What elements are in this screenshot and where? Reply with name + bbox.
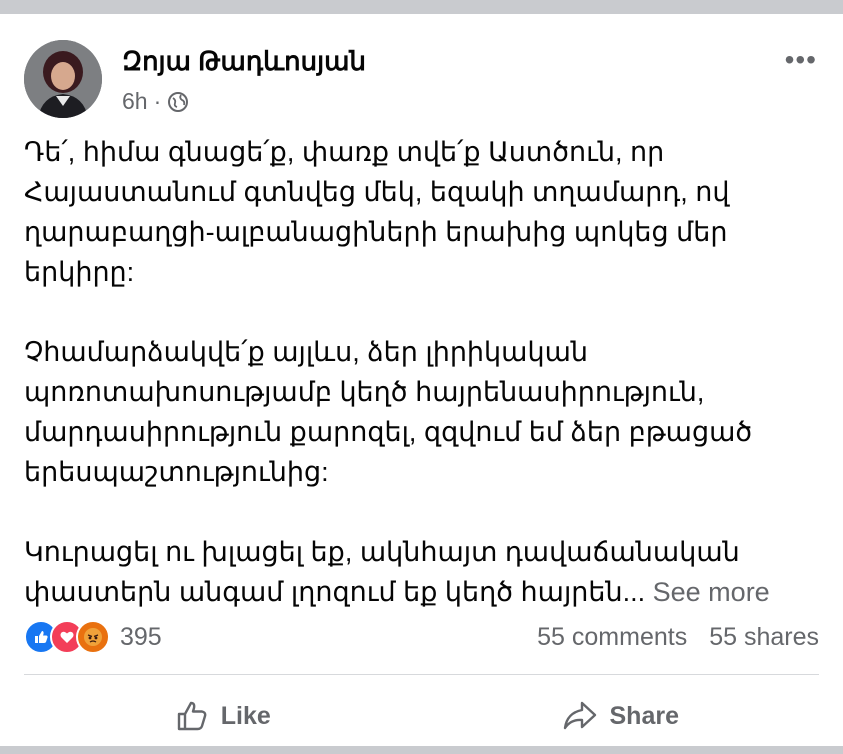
bottom-background-strip: [0, 746, 843, 754]
thumbs-up-icon: [177, 701, 207, 731]
author-name[interactable]: Զոյա Թադևոսյան: [122, 46, 366, 77]
meta-separator: ·: [153, 88, 162, 114]
post-actions: Like Share: [24, 686, 819, 746]
post-paragraph-text: Կուրացել ու խլացել եք, ակնհայտ դավաճանակ…: [24, 537, 740, 607]
share-button[interactable]: Share: [422, 686, 820, 746]
like-label: Like: [220, 701, 271, 730]
post-card: Զոյա Թադևոսյան 6h · ••• Դե՛, հիմա գնացե՛…: [0, 14, 843, 754]
share-label: Share: [609, 701, 679, 730]
engagement-counts: 55 comments 55 shares: [537, 623, 819, 652]
post-meta: 6h ·: [122, 88, 189, 115]
shares-count-link[interactable]: 55 shares: [709, 623, 819, 652]
post-paragraph: Չհամարձակվե՛ք այլևս, ձեր լիրիկական պոռոտ…: [24, 337, 753, 487]
post-stats: 395 55 comments 55 shares: [24, 619, 819, 655]
avatar-photo: [24, 40, 102, 118]
reaction-count: 395: [120, 622, 162, 651]
comments-count-link[interactable]: 55 comments: [537, 623, 687, 652]
see-more-link[interactable]: See more: [653, 577, 770, 607]
like-button[interactable]: Like: [24, 686, 422, 746]
more-options-icon[interactable]: •••: [785, 44, 817, 76]
post-paragraph-truncated: Կուրացել ու խլացել եք, ակնհայտ դավաճանակ…: [24, 532, 824, 612]
angry-reaction-icon: [76, 620, 110, 654]
post-paragraph: Դե՛, հիմա գնացե՛ք, փառք տվե՛ք Աստծուն, ո…: [24, 137, 730, 287]
reactions-summary[interactable]: 395: [24, 620, 162, 654]
post-time[interactable]: 6h: [122, 88, 148, 115]
share-icon: [563, 701, 596, 730]
author-avatar[interactable]: [24, 40, 102, 118]
globe-icon: [168, 91, 189, 112]
actions-divider: [24, 674, 819, 675]
post-text: Դե՛, հիմա գնացե՛ք, փառք տվե՛ք Աստծուն, ո…: [24, 132, 824, 612]
